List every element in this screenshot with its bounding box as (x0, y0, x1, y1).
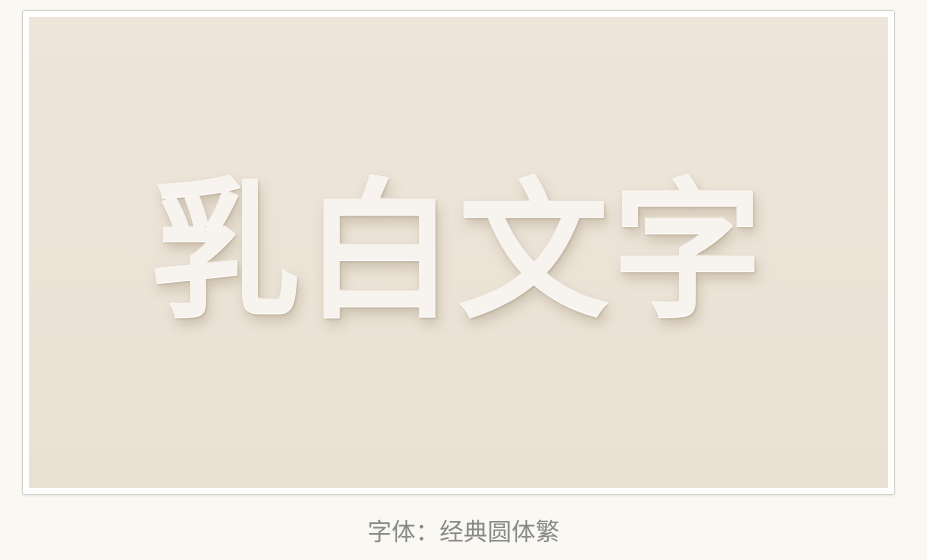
font-caption: 字体：经典圆体繁 (367, 518, 560, 546)
preview-frame: 乳白文字 (22, 10, 895, 495)
sample-text: 乳白文字 (150, 165, 767, 339)
preview-canvas: 乳白文字 (29, 17, 888, 488)
